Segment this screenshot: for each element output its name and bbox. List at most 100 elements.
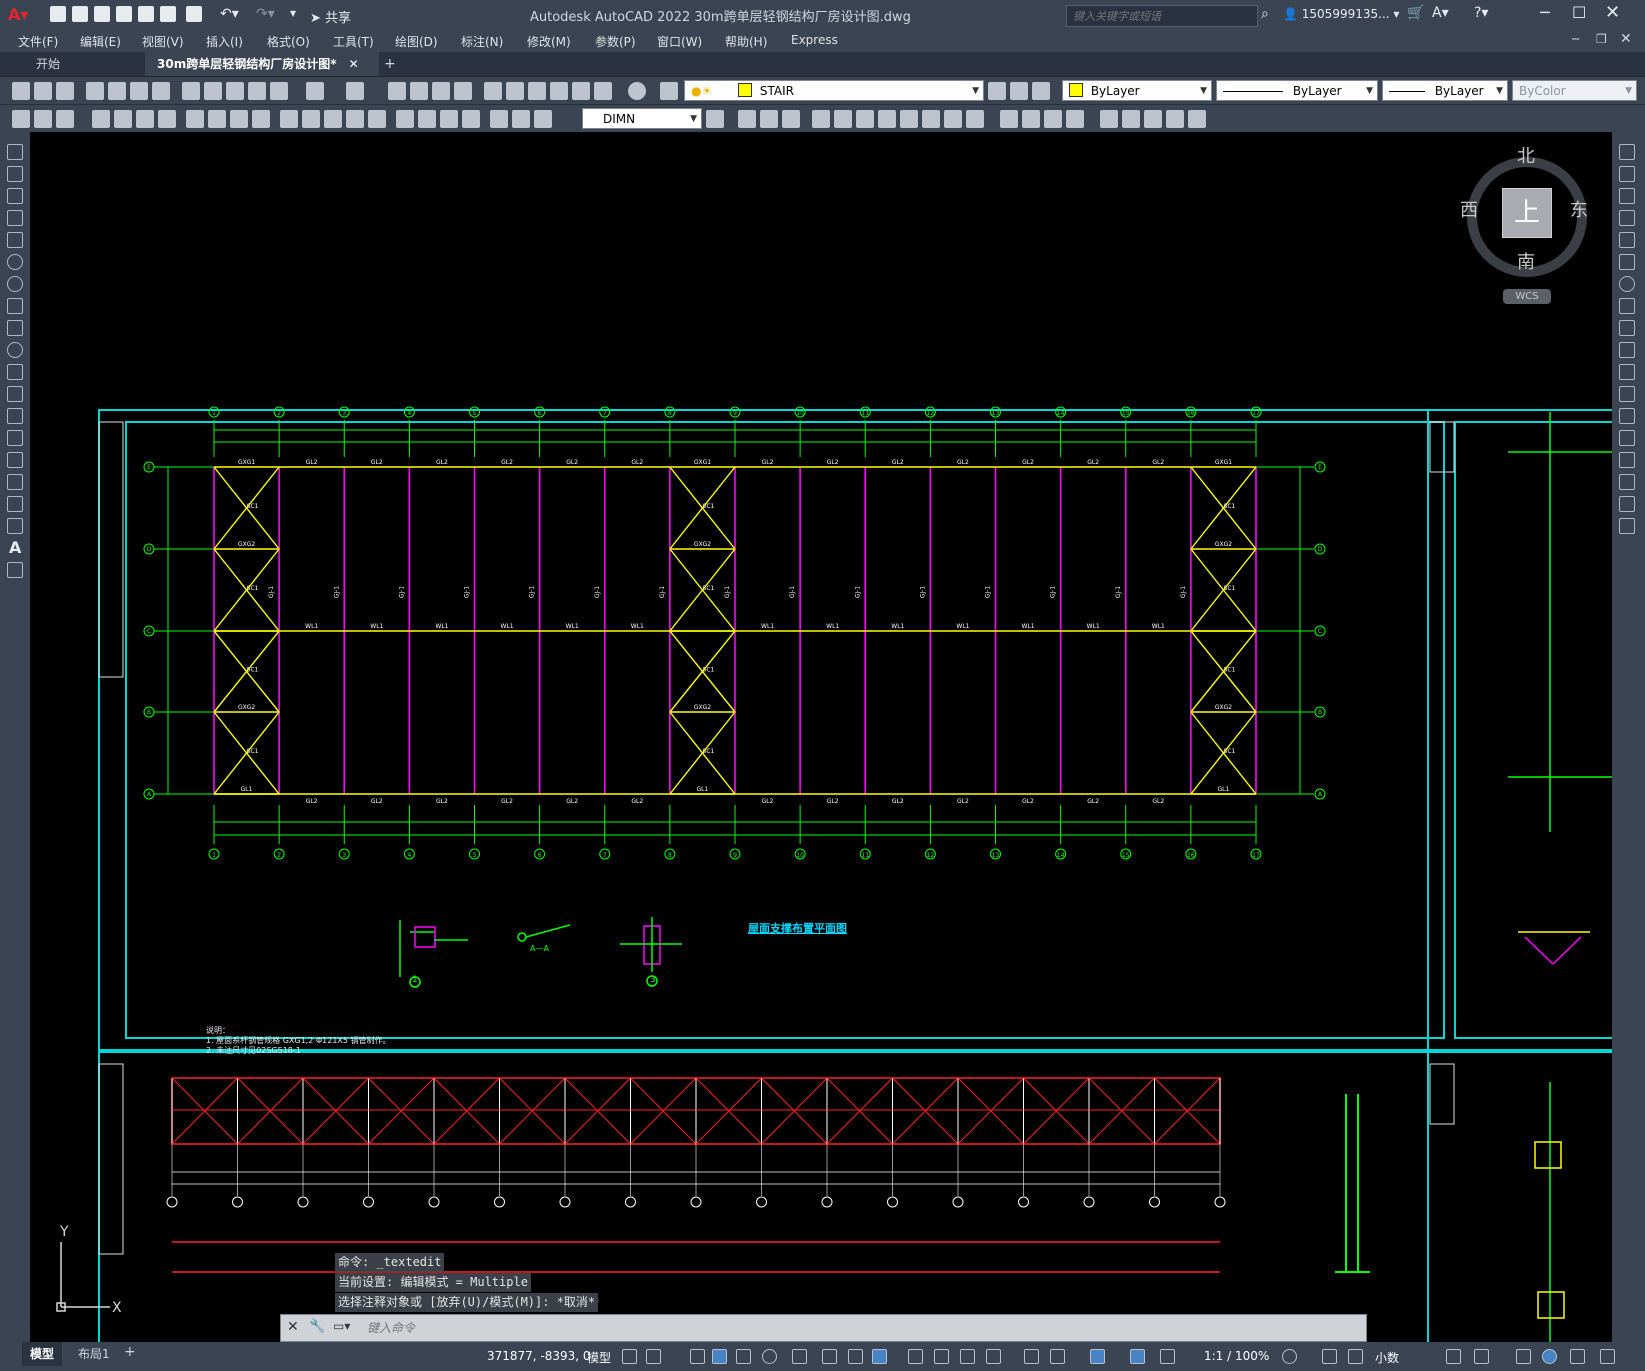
offset-icon[interactable] [1619,210,1635,226]
chamfer-icon[interactable] [1619,452,1635,468]
tab-drawing[interactable]: 30m跨单层轻钢结构厂房设计图* ✕ [145,52,379,76]
join-icon[interactable] [1619,430,1635,446]
polyline-icon[interactable] [7,188,23,204]
3d-print-icon[interactable] [152,82,170,100]
annotation-scale-readout[interactable]: 1:1 / 100% [1204,1349,1269,1363]
linetype-combo[interactable]: ByLayer ▼ [1216,80,1378,101]
mtext-icon[interactable]: A [9,538,21,557]
new-icon[interactable] [50,6,66,22]
mirror-icon[interactable] [782,110,800,128]
user-account[interactable]: 👤 1505999135... ▾ [1283,7,1399,21]
workspace-gear-icon[interactable] [1282,1349,1297,1364]
trim-icon[interactable] [944,110,962,128]
doc-minimize-icon[interactable]: ─ [1572,32,1579,46]
scale-icon[interactable] [900,110,918,128]
search-icon[interactable]: ⌕ [1261,6,1269,22]
close-icon[interactable]: ✕ [1605,2,1620,23]
menu-view[interactable]: 视图(V) [142,33,184,50]
doc-close-icon[interactable]: ✕ [1620,31,1632,47]
undo-icon[interactable] [306,82,324,100]
zoom-previous-icon[interactable] [454,82,472,100]
cart-icon[interactable]: 🛒 [1407,5,1424,21]
transparency-icon[interactable] [908,1349,923,1364]
wblock-icon[interactable] [34,110,52,128]
aligned-dim-icon[interactable] [114,110,132,128]
arc-icon[interactable] [7,254,23,270]
save-icon[interactable] [94,6,110,22]
explode-icon[interactable] [1100,110,1118,128]
tab-model[interactable]: 模型 [22,1342,63,1366]
gizmo-icon[interactable] [1050,1349,1065,1364]
dynamic-input-icon[interactable] [712,1349,727,1364]
help-icon[interactable] [628,82,646,100]
edit-hatch-icon[interactable] [1166,110,1184,128]
menu-dimension[interactable]: 标注(N) [461,33,503,50]
minimize-icon[interactable]: ─ [1540,3,1550,22]
design-center-icon[interactable] [506,82,524,100]
customize-qat-icon[interactable]: ▾ [290,6,296,20]
add-selected-icon[interactable] [7,562,23,578]
gradient-icon[interactable] [7,474,23,490]
app-logo-icon[interactable]: A▾ [8,5,28,24]
isodraft-icon[interactable] [792,1349,807,1364]
selection-cycling-icon[interactable] [934,1349,949,1364]
inspection-icon[interactable] [440,110,458,128]
erase-icon[interactable] [738,110,756,128]
radius-dim-icon[interactable] [186,110,204,128]
tool-palettes-icon[interactable] [528,82,546,100]
customization-icon[interactable] [1600,1349,1615,1364]
dimstyle-combo[interactable]: DIMN ▼ [582,108,702,129]
lineweight-combo[interactable]: ByLayer ▼ [1382,80,1508,101]
redo-icon[interactable] [346,82,364,100]
drawing-canvas[interactable]: 1 1 2 2 3 3 4 4 5 5 6 6 7 7 8 8 9 9 10 10 11 11 12 12 13 13 14 14 15… [30,132,1612,1342]
join-icon[interactable] [1022,110,1040,128]
linear-dim-icon[interactable] [92,110,110,128]
properties-icon[interactable] [484,82,502,100]
search-box[interactable] [1066,5,1258,27]
color-combo[interactable]: ByLayer ▼ [1062,80,1212,101]
doc-restore-icon[interactable]: ❐ [1596,32,1607,46]
command-prompt-icon[interactable]: ▭▾ [333,1319,350,1333]
quick-dim-icon[interactable] [280,110,298,128]
publish-icon[interactable] [130,82,148,100]
tolerance-icon[interactable] [396,110,414,128]
units-icon[interactable] [1348,1349,1363,1364]
baseline-dim-icon[interactable] [302,110,320,128]
quick-properties-icon[interactable] [1446,1349,1461,1364]
share-button[interactable]: ➤ 共享 [310,7,351,26]
continue-dim-icon[interactable] [324,110,342,128]
command-input[interactable] [365,1318,1359,1338]
save-as-icon[interactable] [116,6,132,22]
open-web-icon[interactable] [138,6,154,22]
viewcube-face[interactable]: 上 [1502,188,1552,238]
edit-spline-icon[interactable] [1144,110,1162,128]
dim-break-icon[interactable] [368,110,386,128]
rotate-icon[interactable] [878,110,896,128]
layer-combo[interactable]: ●☀ STAIR ▼ [684,80,984,101]
viewcube-north[interactable]: 北 [1517,142,1535,168]
polygon-icon[interactable] [7,210,23,226]
blend-curves-icon[interactable] [1619,496,1635,512]
osnap-icon[interactable] [848,1349,863,1364]
annotation-monitor-icon[interactable] [1322,1349,1337,1364]
dim-space-icon[interactable] [346,110,364,128]
make-current-icon[interactable] [988,82,1006,100]
menu-window[interactable]: 窗口(W) [657,33,702,50]
offset-icon[interactable] [812,110,830,128]
menu-modify[interactable]: 修改(M) [527,33,571,50]
undo-icon[interactable]: ↶▾ [220,6,239,22]
jogged-dim-icon[interactable] [208,110,226,128]
point-icon[interactable] [7,430,23,446]
lock-ui-icon[interactable] [1474,1349,1489,1364]
add-layout-icon[interactable]: + [124,1344,136,1360]
table-icon[interactable] [7,518,23,534]
scale-icon[interactable] [1619,298,1635,314]
menu-parametric[interactable]: 参数(P) [595,33,636,50]
match-prop-icon[interactable] [248,82,266,100]
open-icon[interactable] [72,6,88,22]
line-icon[interactable] [7,144,23,160]
help-icon[interactable]: ?▾ [1474,5,1488,21]
dynamic-ucs-icon[interactable] [986,1349,1001,1364]
spline-icon[interactable] [7,320,23,336]
stretch-icon[interactable] [922,110,940,128]
